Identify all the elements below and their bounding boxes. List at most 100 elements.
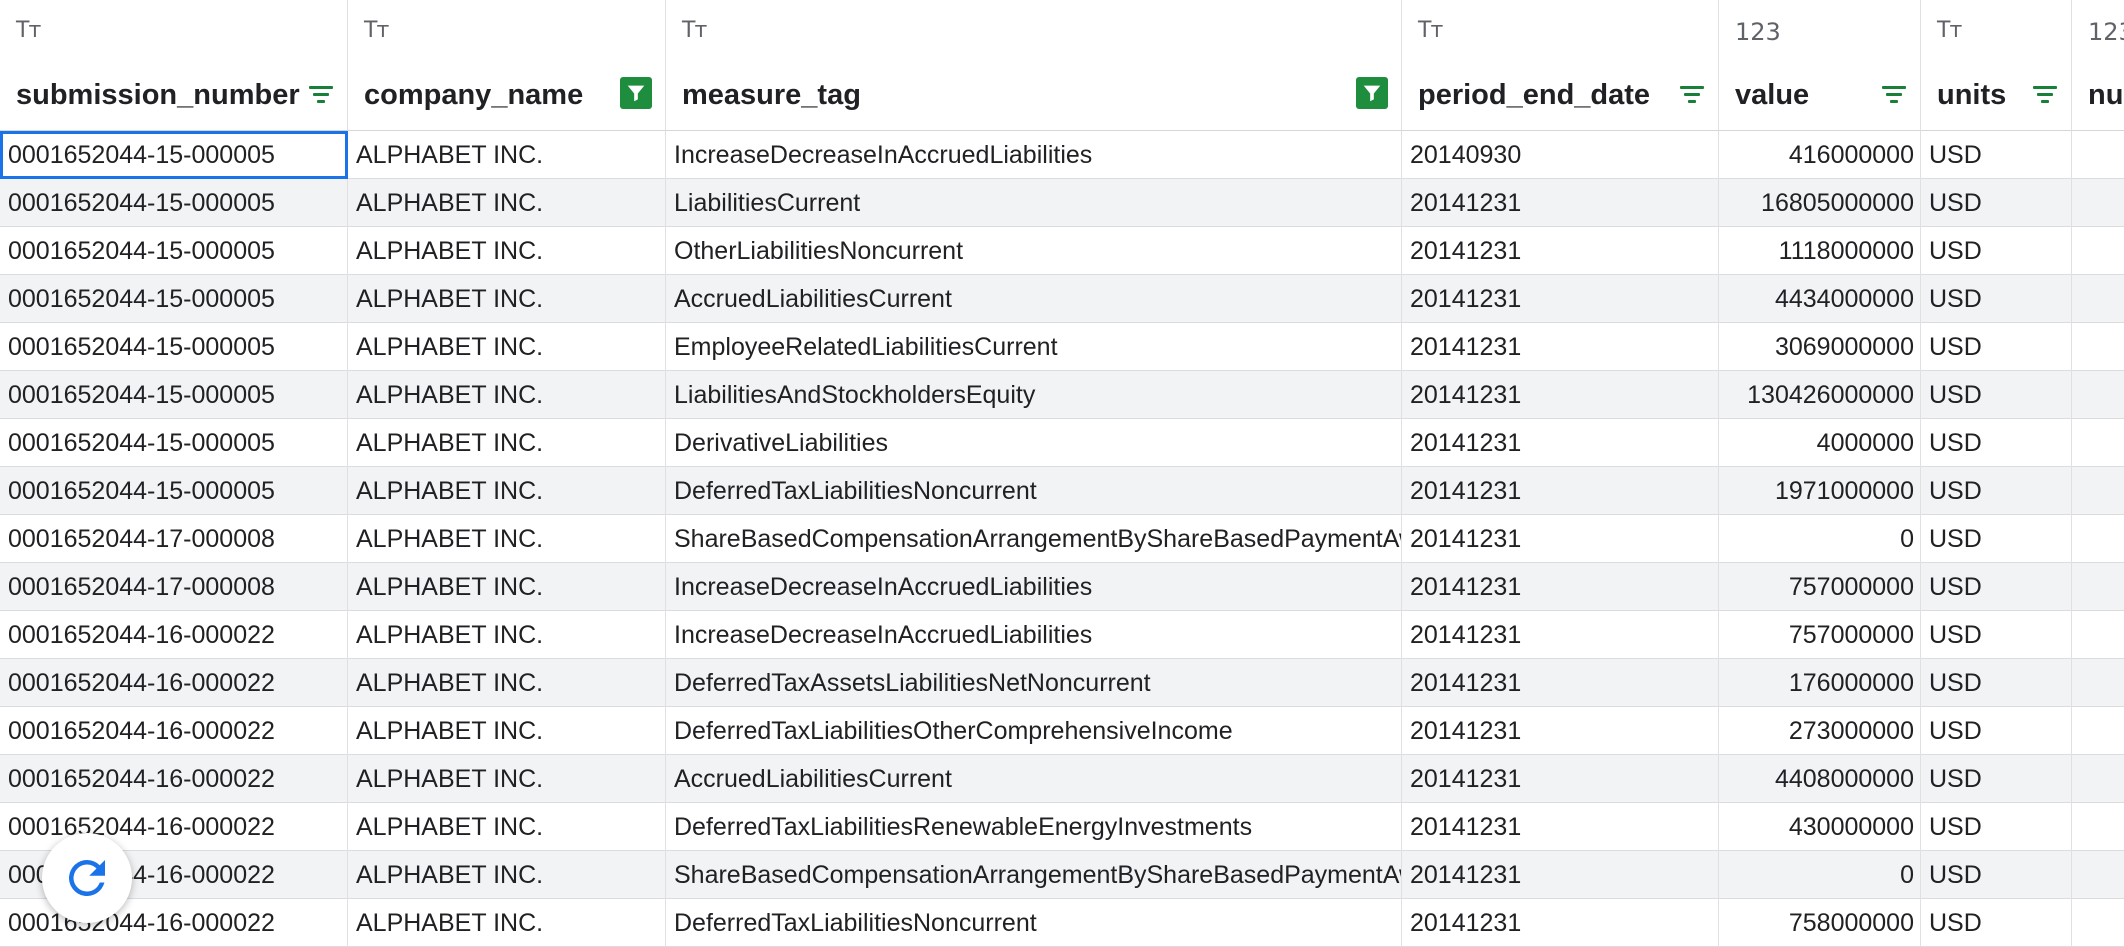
column-header-company-name[interactable]: Tт company_name — [348, 0, 666, 131]
cell-period-end-date[interactable]: 20141231 — [1402, 515, 1719, 563]
cell-units[interactable]: USD — [1921, 515, 2072, 563]
cell-nu[interactable] — [2072, 707, 2124, 755]
column-header-value[interactable]: 123 value — [1719, 0, 1921, 131]
cell-units[interactable]: USD — [1921, 227, 2072, 275]
cell-submission-number[interactable]: 0001652044-17-000008 — [0, 563, 348, 611]
cell-period-end-date[interactable]: 20141231 — [1402, 707, 1719, 755]
filter-icon[interactable] — [1881, 84, 1907, 106]
cell-company-name[interactable]: ALPHABET INC. — [348, 275, 666, 323]
cell-units[interactable]: USD — [1921, 179, 2072, 227]
cell-company-name[interactable]: ALPHABET INC. — [348, 659, 666, 707]
cell-nu[interactable] — [2072, 611, 2124, 659]
cell-company-name[interactable]: ALPHABET INC. — [348, 707, 666, 755]
cell-measure-tag[interactable]: DerivativeLiabilities — [666, 419, 1402, 467]
cell-period-end-date[interactable]: 20141231 — [1402, 659, 1719, 707]
cell-value[interactable]: 430000000 — [1719, 803, 1921, 851]
cell-company-name[interactable]: ALPHABET INC. — [348, 419, 666, 467]
cell-submission-number[interactable]: 0001652044-15-000005 — [0, 179, 348, 227]
cell-value[interactable]: 1971000000 — [1719, 467, 1921, 515]
cell-company-name[interactable]: ALPHABET INC. — [348, 323, 666, 371]
refresh-button[interactable] — [42, 833, 132, 923]
cell-period-end-date[interactable]: 20141231 — [1402, 899, 1719, 947]
cell-company-name[interactable]: ALPHABET INC. — [348, 563, 666, 611]
cell-company-name[interactable]: ALPHABET INC. — [348, 227, 666, 275]
cell-measure-tag[interactable]: EmployeeRelatedLiabilitiesCurrent — [666, 323, 1402, 371]
cell-company-name[interactable]: ALPHABET INC. — [348, 611, 666, 659]
cell-company-name[interactable]: ALPHABET INC. — [348, 803, 666, 851]
cell-value[interactable]: 3069000000 — [1719, 323, 1921, 371]
filter-icon[interactable] — [308, 84, 334, 106]
cell-units[interactable]: USD — [1921, 323, 2072, 371]
cell-period-end-date[interactable]: 20141231 — [1402, 227, 1719, 275]
cell-submission-number[interactable]: 0001652044-16-000022 — [0, 707, 348, 755]
cell-nu[interactable] — [2072, 467, 2124, 515]
active-filter-icon[interactable] — [620, 77, 652, 109]
cell-value[interactable]: 0 — [1719, 515, 1921, 563]
cell-submission-number[interactable]: 0001652044-15-000005 — [0, 323, 348, 371]
cell-nu[interactable] — [2072, 419, 2124, 467]
cell-value[interactable]: 4434000000 — [1719, 275, 1921, 323]
cell-nu[interactable] — [2072, 851, 2124, 899]
filter-icon[interactable] — [2032, 84, 2058, 106]
cell-measure-tag[interactable]: DeferredTaxAssetsLiabilitiesNetNoncurren… — [666, 659, 1402, 707]
cell-value[interactable]: 273000000 — [1719, 707, 1921, 755]
cell-nu[interactable] — [2072, 323, 2124, 371]
cell-units[interactable]: USD — [1921, 851, 2072, 899]
cell-units[interactable]: USD — [1921, 707, 2072, 755]
cell-value[interactable]: 1118000000 — [1719, 227, 1921, 275]
cell-value[interactable]: 758000000 — [1719, 899, 1921, 947]
cell-units[interactable]: USD — [1921, 419, 2072, 467]
cell-value[interactable]: 176000000 — [1719, 659, 1921, 707]
cell-measure-tag[interactable]: AccruedLiabilitiesCurrent — [666, 755, 1402, 803]
cell-value[interactable]: 757000000 — [1719, 611, 1921, 659]
cell-units[interactable]: USD — [1921, 131, 2072, 179]
cell-units[interactable]: USD — [1921, 563, 2072, 611]
column-header-nu[interactable]: 123 nu — [2072, 0, 2124, 131]
cell-company-name[interactable]: ALPHABET INC. — [348, 851, 666, 899]
cell-measure-tag[interactable]: DeferredTaxLiabilitiesOtherComprehensive… — [666, 707, 1402, 755]
cell-nu[interactable] — [2072, 515, 2124, 563]
cell-nu[interactable] — [2072, 659, 2124, 707]
cell-units[interactable]: USD — [1921, 659, 2072, 707]
cell-units[interactable]: USD — [1921, 803, 2072, 851]
cell-measure-tag[interactable]: DeferredTaxLiabilitiesNoncurrent — [666, 467, 1402, 515]
cell-period-end-date[interactable]: 20141231 — [1402, 803, 1719, 851]
cell-submission-number[interactable]: 0001652044-16-000022 — [0, 659, 348, 707]
column-header-units[interactable]: Tт units — [1921, 0, 2072, 131]
cell-nu[interactable] — [2072, 371, 2124, 419]
cell-value[interactable]: 4408000000 — [1719, 755, 1921, 803]
cell-units[interactable]: USD — [1921, 611, 2072, 659]
cell-value[interactable]: 130426000000 — [1719, 371, 1921, 419]
cell-measure-tag[interactable]: LiabilitiesAndStockholdersEquity — [666, 371, 1402, 419]
cell-nu[interactable] — [2072, 899, 2124, 947]
cell-submission-number[interactable]: 0001652044-15-000005 — [0, 371, 348, 419]
cell-units[interactable]: USD — [1921, 755, 2072, 803]
cell-company-name[interactable]: ALPHABET INC. — [348, 131, 666, 179]
cell-measure-tag[interactable]: AccruedLiabilitiesCurrent — [666, 275, 1402, 323]
cell-submission-number[interactable]: 0001652044-15-000005 — [0, 419, 348, 467]
active-filter-icon[interactable] — [1356, 77, 1388, 109]
cell-nu[interactable] — [2072, 563, 2124, 611]
column-header-period-end-date[interactable]: Tт period_end_date — [1402, 0, 1719, 131]
cell-measure-tag[interactable]: IncreaseDecreaseInAccruedLiabilities — [666, 131, 1402, 179]
cell-submission-number[interactable]: 0001652044-15-000005 — [0, 275, 348, 323]
cell-units[interactable]: USD — [1921, 371, 2072, 419]
cell-submission-number[interactable]: 0001652044-17-000008 — [0, 515, 348, 563]
cell-value[interactable]: 416000000 — [1719, 131, 1921, 179]
cell-submission-number[interactable]: 0001652044-15-000005 — [0, 467, 348, 515]
filter-icon[interactable] — [1679, 84, 1705, 106]
cell-submission-number[interactable]: 0001652044-16-000022 — [0, 803, 348, 851]
cell-units[interactable]: USD — [1921, 899, 2072, 947]
cell-measure-tag[interactable]: DeferredTaxLiabilitiesRenewableEnergyInv… — [666, 803, 1402, 851]
cell-company-name[interactable]: ALPHABET INC. — [348, 467, 666, 515]
cell-measure-tag[interactable]: OtherLiabilitiesNoncurrent — [666, 227, 1402, 275]
cell-period-end-date[interactable]: 20141231 — [1402, 275, 1719, 323]
cell-period-end-date[interactable]: 20141231 — [1402, 179, 1719, 227]
cell-measure-tag[interactable]: ShareBasedCompensationArrangementByShare… — [666, 515, 1402, 563]
cell-submission-number[interactable]: 0001652044-15-000005 — [0, 227, 348, 275]
cell-period-end-date[interactable]: 20141231 — [1402, 467, 1719, 515]
cell-value[interactable]: 4000000 — [1719, 419, 1921, 467]
cell-company-name[interactable]: ALPHABET INC. — [348, 899, 666, 947]
cell-period-end-date[interactable]: 20141231 — [1402, 419, 1719, 467]
cell-company-name[interactable]: ALPHABET INC. — [348, 515, 666, 563]
